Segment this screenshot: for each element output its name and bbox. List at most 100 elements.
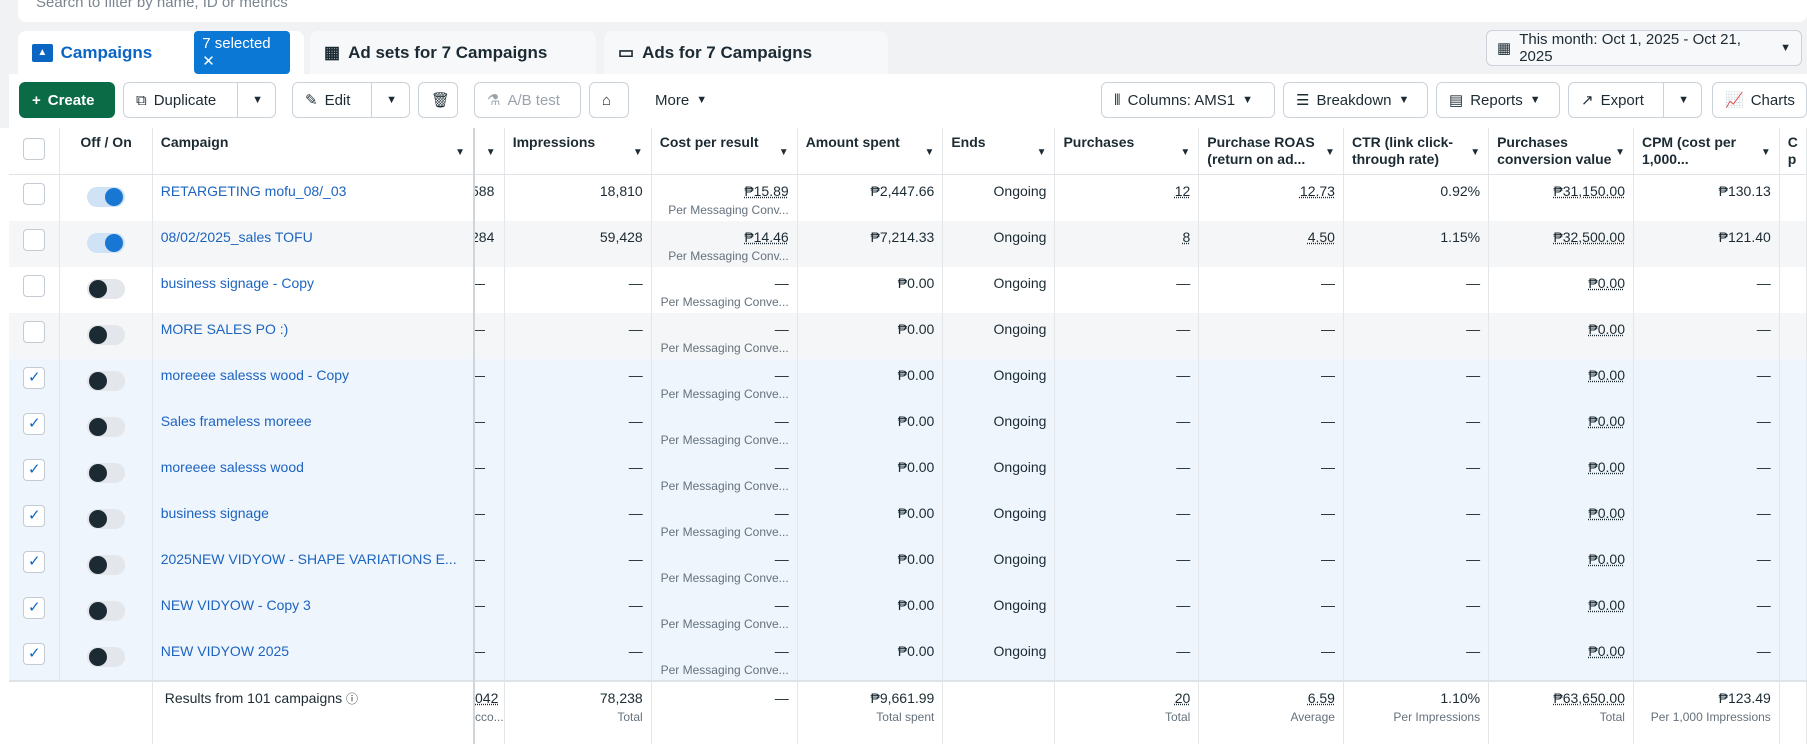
sort-arrow-icon[interactable]: ▼ [924,144,934,161]
table-row[interactable]: ✓ 2025NEW VIDYOW - SHAPE VARIATIONS E... —… [9,542,1807,589]
tab-ad-sets[interactable]: ▦ Ad sets for 7 Campaigns [310,31,596,74]
sort-arrow-icon[interactable]: ▼ [633,144,643,161]
breakdown-button[interactable]: ☰ Breakdown ▼ [1283,82,1428,118]
row-checkbox[interactable]: ✓ [23,458,46,481]
column-header-ctr[interactable]: CTR (link click-through rate) ▼ [1343,128,1490,175]
sort-arrow-icon[interactable]: ▼ [455,144,465,161]
sort-arrow-icon[interactable]: ▼ [1470,144,1480,161]
cell-value: Ongoing [993,504,1047,521]
tag-button[interactable]: ⌂ [589,82,629,118]
reports-button[interactable]: ▤ Reports ▼ [1436,82,1560,118]
clear-selection-icon[interactable]: ✕ [202,53,215,70]
campaign-name-link[interactable]: RETARGETING mofu_08/_03 [161,183,347,199]
table-row[interactable]: ✓ moreeee salesss wood - Copy — — — Per Messa… [9,358,1807,405]
row-checkbox[interactable]: ✓ [23,504,46,527]
column-header-toggle[interactable]: Off / On [59,128,153,175]
row-checkbox[interactable] [23,183,46,205]
campaign-toggle[interactable] [87,416,126,437]
info-icon[interactable]: ⓘ [346,692,358,706]
summary-label: Results from 101 campaigns [164,689,343,706]
campaign-toggle[interactable] [87,324,126,345]
column-header-purchase-roas[interactable]: Purchase ROAS (return on ad... ▼ [1198,128,1344,175]
table-row[interactable]: ✓ Sales frameless moreee — — — Per Messaging … [9,404,1807,451]
cell-value: ₱0.00 [897,412,935,429]
row-checkbox[interactable]: ✓ [23,550,46,573]
date-range-picker[interactable]: ▦ This month: Oct 1, 2025 - Oct 21, 2025 ▼ [1486,30,1802,66]
sort-arrow-icon[interactable]: ▼ [1615,144,1625,161]
column-header-next[interactable]: C p [1779,128,1807,175]
campaign-name-link[interactable]: Sales frameless moreee [161,413,312,429]
table-row[interactable]: 08/02/2025_sales TOFU 284 59,428 ₱14.46 Per … [9,220,1807,267]
table-row[interactable]: ✓ NEW VIDYOW 2025 — — — Per Messaging Conve..… [9,634,1807,681]
export-dropdown[interactable]: ▼ [1663,83,1689,117]
campaign-name-link[interactable]: business signage - Copy [161,275,314,291]
duplicate-button[interactable]: ⧉ Duplicate ▼ [123,82,276,118]
campaign-name-link[interactable]: 2025NEW VIDYOW - SHAPE VARIATIONS E... [161,551,457,567]
campaign-name-link[interactable]: NEW VIDYOW 2025 [161,643,289,659]
row-checkbox[interactable]: ✓ [23,366,46,389]
sort-arrow-icon[interactable]: ▼ [1180,144,1190,161]
table-row[interactable]: business signage - Copy — — — Per Messaging … [9,266,1807,313]
column-header-purchases-conversion-value[interactable]: Purchases conversion value ▼ [1488,128,1634,175]
sort-arrow-icon[interactable]: ▼ [779,144,789,161]
row-checkbox[interactable]: ✓ [23,642,46,665]
campaign-toggle[interactable] [87,554,126,575]
campaign-toggle[interactable] [87,462,126,483]
column-header-partial[interactable]: ▼ [474,128,505,175]
select-all-checkbox[interactable] [23,138,45,160]
column-header-cpm[interactable]: CPM (cost per 1,000... ▼ [1633,128,1780,175]
table-row[interactable]: ✓ NEW VIDYOW - Copy 3 — — — Per Messaging Con… [9,588,1807,635]
campaign-toggle[interactable] [87,646,126,667]
ab-test-button[interactable]: ⚗ A/B test [474,82,581,118]
sort-arrow-icon[interactable]: ▼ [1761,144,1771,161]
edit-button[interactable]: ✎ Edit ▼ [292,82,410,118]
column-header-ends[interactable]: Ends ▼ [942,128,1056,175]
campaign-name-link[interactable]: moreeee salesss wood [161,459,304,475]
column-header-purchases[interactable]: Purchases ▼ [1054,128,1200,175]
sort-arrow-icon[interactable]: ▼ [486,144,496,161]
campaign-toggle[interactable] [87,278,126,299]
row-select-cell: ✓ [9,542,61,589]
search-input[interactable]: Search to filter by name, ID or metrics [18,0,1807,22]
row-checkbox[interactable] [23,274,46,297]
columns-button[interactable]: ⦀ Columns: AMS1 ▼ [1101,82,1275,118]
campaign-toggle[interactable] [87,508,126,529]
campaign-toggle[interactable] [87,187,126,207]
charts-button[interactable]: 📈 Charts [1712,82,1807,118]
campaign-name-link[interactable]: moreeee salesss wood - Copy [161,367,349,383]
toggle-cell [59,266,153,313]
campaign-name-link[interactable]: MORE SALES PO :) [161,321,289,337]
row-checkbox[interactable]: ✓ [23,596,46,619]
table-row[interactable]: RETARGETING mofu_08/_03 588 18,810 ₱15.89 Pe… [9,174,1807,221]
next-cell [1779,358,1807,405]
duplicate-dropdown[interactable]: ▼ [237,83,263,117]
column-header-campaign[interactable]: Campaign ▼ [152,128,476,175]
tab-campaigns[interactable]: ▲ Campaigns 7 selected ✕ [18,31,304,74]
table-row[interactable]: ✓ moreeee salesss wood — — — Per Messaging Co… [9,450,1807,497]
campaign-name-link[interactable]: 08/02/2025_sales TOFU [161,229,313,245]
edit-dropdown[interactable]: ▼ [371,83,397,117]
row-checkbox[interactable] [23,228,46,251]
column-header-amount-spent[interactable]: Amount spent ▼ [797,128,944,175]
campaign-toggle[interactable] [87,600,126,621]
campaign-toggle[interactable] [87,370,126,391]
row-checkbox[interactable] [23,320,46,343]
table-row[interactable]: ✓ business signage — — — Per Messaging Conve.… [9,496,1807,543]
campaign-name-link[interactable]: NEW VIDYOW - Copy 3 [161,597,311,613]
column-header-cost-per-result[interactable]: Cost per result ▼ [651,128,798,175]
campaign-name-link[interactable]: business signage [161,505,269,521]
tab-ads[interactable]: ▭ Ads for 7 Campaigns [604,31,888,74]
create-button[interactable]: + Create [19,82,115,118]
more-button[interactable]: More ▼ [643,82,720,118]
sort-arrow-icon[interactable]: ▼ [1037,144,1047,161]
delete-button[interactable]: 🗑 [418,82,458,118]
sort-arrow-icon[interactable]: ▼ [1325,144,1335,161]
cell-value: — [474,597,485,613]
table-row[interactable]: MORE SALES PO :) — — — Per Messaging Conve..… [9,312,1807,359]
column-header-label: CTR (link click-through rate) [1351,134,1454,167]
ab-test-label: A/B test [507,91,560,109]
campaign-toggle[interactable] [87,232,126,253]
column-header-impressions[interactable]: Impressions ▼ [504,128,652,175]
row-checkbox[interactable]: ✓ [23,412,46,435]
export-button[interactable]: ↗ Export ▼ [1568,82,1702,118]
